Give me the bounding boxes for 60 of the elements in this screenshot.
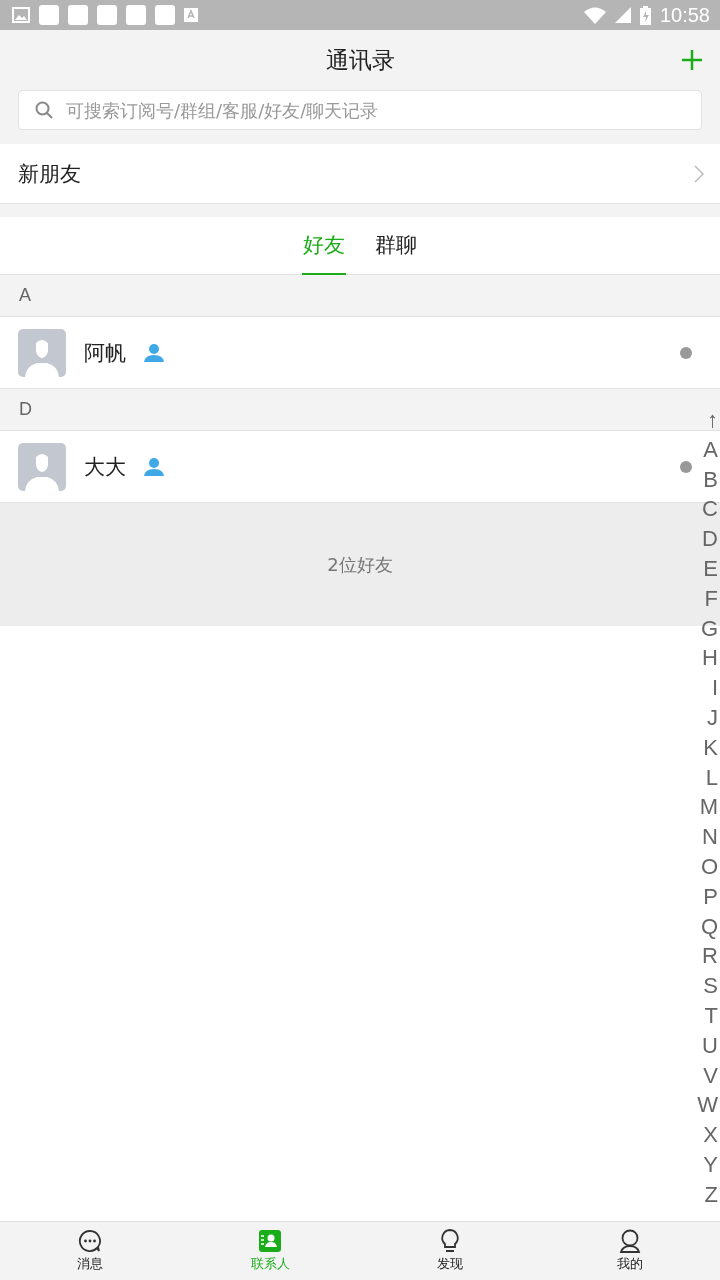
new-friends-item[interactable]: 新朋友 [0,144,720,204]
index-letter[interactable]: N [702,822,720,852]
tab[interactable]: 群聊 [374,217,418,275]
index-letter[interactable]: W [697,1090,720,1121]
avatar [18,328,66,377]
notification-icon [97,5,117,25]
page-title: 通讯录 [325,45,395,75]
chevron-right-icon [694,164,704,183]
user-icon [619,1229,641,1253]
keyboard-icon [184,8,198,22]
battery-icon [639,5,651,25]
index-letter[interactable]: D [702,524,720,554]
index-letter[interactable]: H [702,643,720,674]
signal-icon [614,7,631,23]
avatar [18,442,66,491]
add-icon[interactable] [680,48,704,72]
search-field[interactable]: 可搜索订阅号/群组/客服/好友/聊天记录 [18,90,702,130]
nav-tab[interactable]: 我的 [540,1222,720,1280]
chat-bubble-icon [78,1229,102,1253]
person-icon [144,457,164,476]
notification-icon [68,5,88,25]
index-letter[interactable]: G [700,613,720,644]
notification-icon [126,5,146,25]
index-letter[interactable]: V [703,1060,720,1091]
status-dot [680,460,692,473]
image-icon [12,7,30,23]
notification-icon [155,5,175,25]
index-letter[interactable]: U [702,1030,720,1061]
index-letter[interactable]: B [703,464,720,495]
index-letter[interactable]: X [703,1120,720,1150]
contact-name: 阿帆 [84,339,126,367]
index-letter[interactable]: P [703,881,720,912]
index-letter[interactable]: M [699,792,720,823]
index-letter[interactable]: S [703,971,720,1001]
index-letter[interactable]: J [707,702,720,733]
index-letter[interactable]: R [702,941,720,972]
status-dot [680,346,692,359]
section-letter: D [19,399,32,420]
friend-count: 2位好友 [327,552,393,577]
index-letter[interactable]: O [700,851,720,882]
index-letter[interactable]: Y [703,1149,720,1180]
index-letter[interactable]: Z [704,1179,720,1210]
status-time: 10:58 [659,3,710,27]
lightbulb-icon [439,1229,461,1253]
index-letter[interactable]: Q [700,911,720,942]
index-letter[interactable]: I [711,673,720,703]
index-letter[interactable]: E [703,554,720,584]
nav-tab[interactable]: 消息 [0,1222,180,1280]
section-letter: A [19,285,31,306]
wifi-icon [583,6,606,24]
index-letter[interactable]: T [704,1000,720,1031]
index-letter[interactable]: F [704,583,720,614]
person-icon [144,343,164,362]
index-letter[interactable]: L [705,762,720,793]
index-letter[interactable]: K [703,732,720,763]
nav-tab[interactable]: 发现 [360,1222,540,1280]
contacts-book-icon [258,1229,282,1253]
notification-icon [39,5,59,25]
index-letter[interactable]: A [703,434,720,465]
contact-name: 大大 [84,453,126,481]
